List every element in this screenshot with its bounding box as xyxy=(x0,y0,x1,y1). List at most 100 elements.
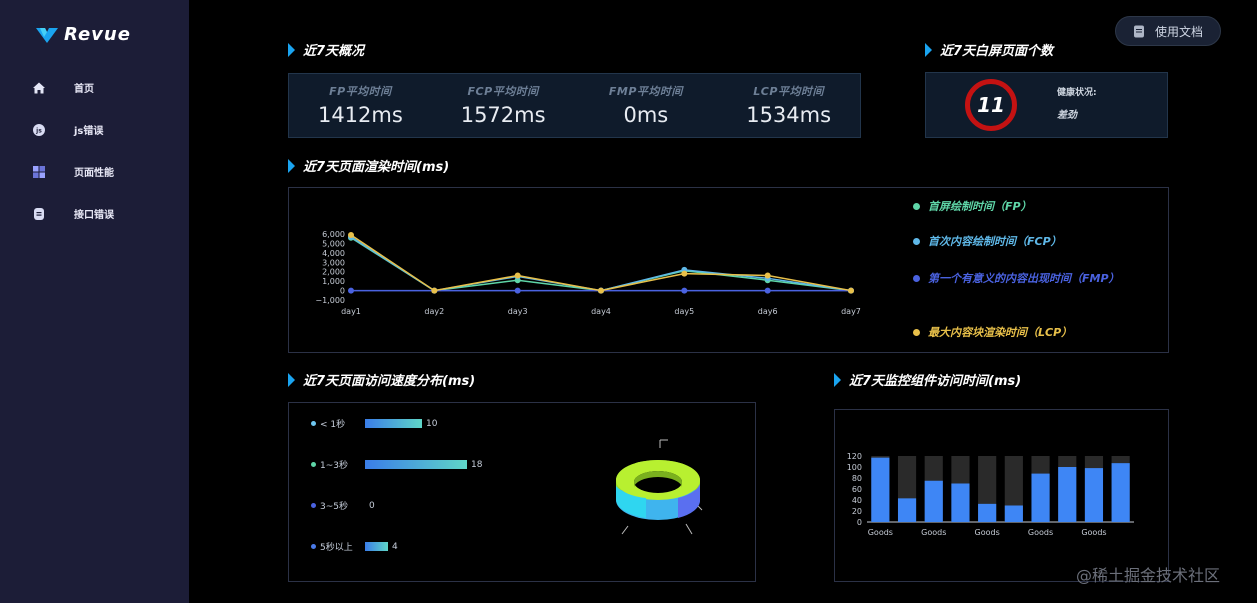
series-line xyxy=(350,236,852,292)
legend-dot xyxy=(913,203,920,210)
data-point xyxy=(681,270,688,277)
bar xyxy=(871,457,890,522)
metric-fmp: FMP平均时间 0ms xyxy=(575,74,718,137)
document-icon xyxy=(1133,25,1144,37)
bar xyxy=(1031,473,1050,522)
speed-label: 1~3秒 xyxy=(320,461,348,471)
speed-label: 3~5秒 xyxy=(320,502,348,512)
sidebar-item-label: 首页 xyxy=(74,84,94,95)
render-time-line-chart: 6,0005,0004,0003,0002,0001,0000−1,000 day… xyxy=(315,230,861,316)
data-point xyxy=(514,272,521,279)
speed-label: < 1秒 xyxy=(320,420,346,430)
speed-label: 5秒以上 xyxy=(320,543,353,553)
legend-dot xyxy=(311,462,316,467)
speed-value: 4 xyxy=(392,541,398,552)
series-line xyxy=(350,237,852,292)
speed-3d-ring-chart xyxy=(616,439,703,535)
logo[interactable]: Revue xyxy=(36,24,131,45)
bar xyxy=(951,483,970,522)
render-time-title-text: 近7天页面渲染时间(ms) xyxy=(303,160,450,175)
monitor-title-text: 近7天监控组件访问时间(ms) xyxy=(849,374,1022,389)
docs-button[interactable]: 使用文档 xyxy=(1115,16,1221,46)
monitor-title: 近7天监控组件访问时间(ms) xyxy=(834,370,1021,389)
y-tick-label: 0 xyxy=(340,287,345,296)
sidebar-item-performance[interactable]: 页面性能 xyxy=(32,164,114,179)
y-tick-label: 2,000 xyxy=(322,268,345,277)
bar xyxy=(1111,463,1130,522)
bar xyxy=(978,503,997,522)
y-tick-label: 80 xyxy=(852,474,862,483)
sidebar-item-api-error[interactable]: 接口错误 xyxy=(32,206,114,221)
white-screen-panel: 11 健康状况: 差劲 xyxy=(925,72,1168,138)
metric-value: 1572ms xyxy=(460,103,546,127)
bar xyxy=(897,498,917,522)
speed-dist-title: 近7天页面访问速度分布(ms) xyxy=(288,370,475,389)
legend-label: 最大内容块渲染时间（LCP） xyxy=(928,326,1073,339)
x-tick-label: Goods xyxy=(1028,528,1053,537)
triangle-icon xyxy=(288,158,295,173)
triangle-icon xyxy=(288,372,295,387)
y-tick-label: 60 xyxy=(852,485,862,494)
speed-row: 5秒以上 4 xyxy=(311,540,398,553)
legend-label: 首屏绘制时间（FP） xyxy=(928,200,1032,213)
speed-dist-title-text: 近7天页面访问速度分布(ms) xyxy=(303,374,476,389)
y-tick-label: 6,000 xyxy=(322,230,345,239)
speed-value: 18 xyxy=(471,459,483,470)
speed-row: 3~5秒 0 xyxy=(311,499,375,512)
grid-icon xyxy=(33,165,45,178)
health-status: 差劲 xyxy=(1057,110,1077,121)
x-tick-label: day2 xyxy=(424,307,444,316)
speed-bar xyxy=(365,542,388,551)
app-root: Revue 首页 js js错误 页面性能 接口错误 使用文档 近7天概况 FP… xyxy=(0,0,1257,603)
y-tick-label: 3,000 xyxy=(322,258,345,267)
legend-dot xyxy=(913,238,920,245)
series-line xyxy=(350,234,852,292)
main-content: 使用文档 近7天概况 FP平均时间 1412ms FCP平均时间 1572ms … xyxy=(189,0,1257,603)
svg-text:js: js xyxy=(35,127,42,134)
speed-row: 1~3秒 18 xyxy=(311,458,482,471)
sidebar-item-label: js错误 xyxy=(74,126,104,137)
bar xyxy=(1004,505,1023,522)
legend-fp[interactable]: 首屏绘制时间（FP） xyxy=(913,198,1118,216)
metric-label: FP平均时间 xyxy=(329,85,392,98)
data-point xyxy=(431,287,438,294)
x-tick-label: Goods xyxy=(868,528,893,537)
legend-dot xyxy=(311,421,316,426)
metric-label: FMP平均时间 xyxy=(608,85,683,98)
overview-panel: FP平均时间 1412ms FCP平均时间 1572ms FMP平均时间 0ms… xyxy=(288,73,861,138)
api-error-icon xyxy=(34,207,44,220)
white-screen-count: 11 xyxy=(965,79,1017,131)
render-time-title: 近7天页面渲染时间(ms) xyxy=(288,156,449,175)
data-point xyxy=(764,272,771,279)
legend-fcp[interactable]: 首次内容绘制时间（FCP） xyxy=(913,233,1118,251)
data-point xyxy=(848,287,854,294)
speed-value: 0 xyxy=(369,500,375,511)
data-point xyxy=(598,287,604,294)
data-point xyxy=(348,231,354,238)
js-error-icon: js xyxy=(33,123,45,136)
speed-value: 10 xyxy=(426,418,438,429)
y-tick-label: 0 xyxy=(857,518,862,527)
logo-icon xyxy=(36,27,58,43)
x-tick-label: day7 xyxy=(841,307,861,316)
legend-dot xyxy=(311,544,316,549)
sidebar-item-js-error[interactable]: js js错误 xyxy=(32,122,103,137)
speed-dist-panel: < 1秒 10 1~3秒 18 3~5秒 0 5秒以上 4 xyxy=(288,402,756,582)
sidebar-item-label: 接口错误 xyxy=(74,210,114,221)
data-point xyxy=(681,287,688,294)
legend-dot xyxy=(311,503,316,508)
sidebar: Revue 首页 js js错误 页面性能 接口错误 xyxy=(0,0,189,603)
legend-lcp[interactable]: 最大内容块渲染时间（LCP） xyxy=(913,324,1118,342)
y-tick-label: 1,000 xyxy=(322,277,345,286)
legend-fmp[interactable]: 第一个有意义的内容出现时间（FMP） xyxy=(913,270,1120,288)
metric-value: 1412ms xyxy=(317,103,403,127)
overview-title: 近7天概况 xyxy=(288,40,364,59)
sidebar-item-home[interactable]: 首页 xyxy=(32,80,94,95)
x-tick-label: day6 xyxy=(758,307,778,316)
bar xyxy=(924,480,943,522)
docs-button-label: 使用文档 xyxy=(1154,24,1203,39)
metric-label: LCP平均时间 xyxy=(753,85,824,98)
legend-dot xyxy=(913,275,920,282)
y-tick-label: 100 xyxy=(847,463,862,472)
monitor-bar-chart: 120 100 80 60 40 20 0 Goods Goods Goods Goods Goods xyxy=(847,452,1134,537)
